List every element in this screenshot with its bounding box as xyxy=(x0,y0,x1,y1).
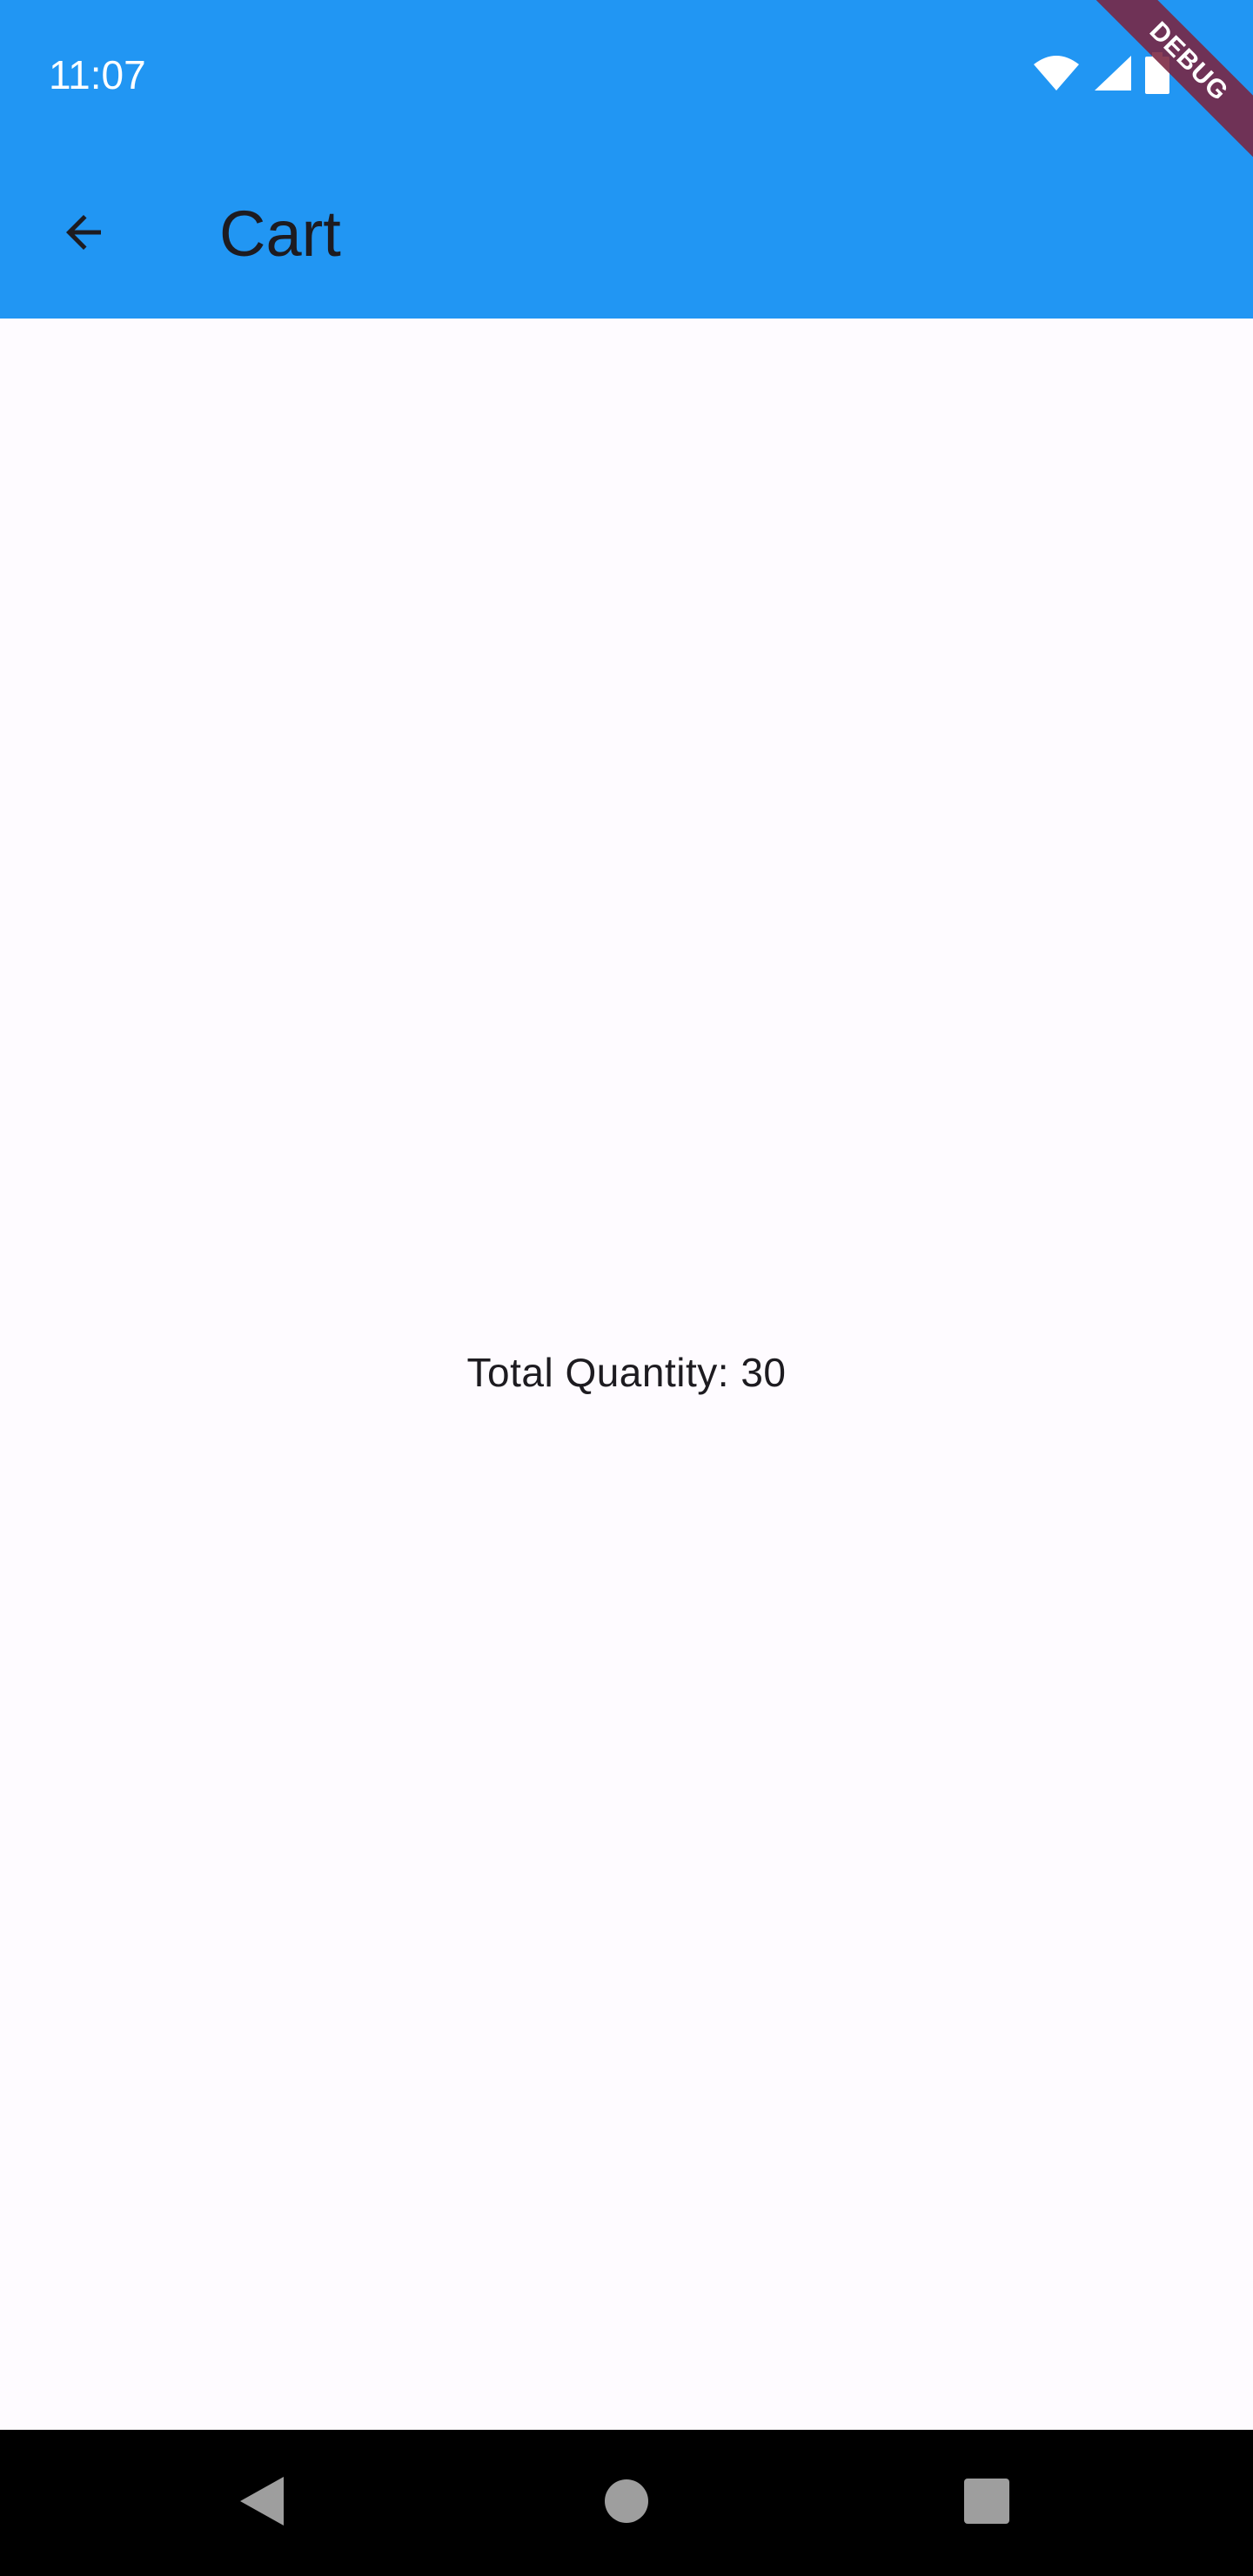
screen: 11:07 Cart Total Quantity: 30 DEBUG xyxy=(0,0,1253,2576)
nav-home-button[interactable] xyxy=(590,2466,663,2539)
status-icons xyxy=(1032,51,1169,98)
home-circle-icon xyxy=(603,2478,650,2529)
total-quantity-text: Total Quantity: 30 xyxy=(466,1350,787,1395)
status-bar: 11:07 xyxy=(0,0,1253,150)
recents-square-icon xyxy=(963,2478,1010,2529)
arrow-back-icon xyxy=(57,206,110,263)
wifi-icon xyxy=(1032,54,1081,97)
nav-back-button[interactable] xyxy=(224,2466,298,2539)
app-bar: Cart xyxy=(0,150,1253,319)
cart-content: Total Quantity: 30 xyxy=(0,319,1253,2430)
back-button[interactable] xyxy=(42,192,125,276)
cell-signal-icon xyxy=(1093,54,1133,97)
battery-icon xyxy=(1145,51,1169,98)
back-triangle-icon xyxy=(235,2473,287,2533)
page-title: Cart xyxy=(219,198,341,270)
status-time: 11:07 xyxy=(49,52,146,97)
nav-recents-button[interactable] xyxy=(950,2466,1023,2539)
system-nav-bar xyxy=(0,2430,1253,2576)
